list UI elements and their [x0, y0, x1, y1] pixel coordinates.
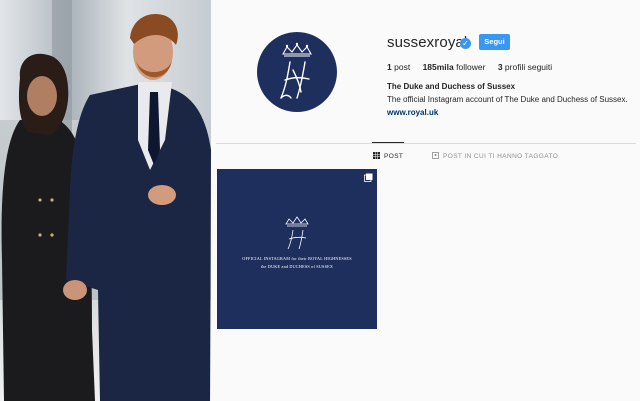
tabs-divider — [216, 143, 636, 144]
posts-count-stat: 1 post — [387, 62, 410, 72]
tag-icon — [432, 152, 439, 159]
followers-label: follower — [456, 62, 486, 72]
follow-button[interactable]: Segui — [479, 34, 510, 50]
tab-posts-label: POST — [384, 153, 404, 160]
post-monogram-image — [285, 216, 309, 250]
tab-tagged-label: POST IN CUI TI HANNO TAGGATO — [443, 153, 559, 160]
profile-stats: 1 post 185mila follower 3 profili seguit… — [387, 62, 562, 72]
active-tab-indicator — [372, 142, 404, 143]
following-count: 3 — [497, 62, 503, 72]
post-caption-line1: OFFICIAL INSTAGRAM for their ROYAL HIGHN… — [242, 256, 352, 261]
post-thumbnail[interactable]: OFFICIAL INSTAGRAM for their ROYAL HIGHN… — [217, 169, 377, 329]
profile-full-name: The Duke and Duchess of Sussex — [387, 82, 516, 91]
tab-posts[interactable]: POST — [373, 152, 403, 160]
followers-count: 185mila — [422, 62, 454, 72]
posts-count: 1 — [387, 62, 392, 72]
instagram-profile-page: sussexroyal ✓ Segui 1 post 185mila follo… — [211, 0, 640, 401]
profile-username: sussexroyal — [387, 34, 468, 51]
profile-bio: The official Instagram account of The Du… — [387, 95, 628, 104]
followers-stat[interactable]: 185mila follower — [423, 62, 486, 72]
posts-label: post — [394, 62, 411, 72]
photo-duke-duchess — [0, 0, 211, 401]
verified-badge-icon: ✓ — [460, 38, 471, 49]
profile-website-link[interactable]: www.royal.uk — [387, 108, 438, 117]
couple-illustration — [1, 14, 211, 401]
grid-icon — [373, 152, 380, 159]
royal-monogram-logo — [280, 42, 312, 99]
multiple-photos-icon — [364, 173, 373, 182]
tab-tagged[interactable]: POST IN CUI TI HANNO TAGGATO — [432, 152, 558, 160]
profile-avatar[interactable] — [257, 32, 337, 112]
following-stat[interactable]: 3 profili seguiti — [498, 62, 552, 72]
following-label: profili seguiti — [504, 62, 553, 72]
post-caption-line2: the DUKE and DUCHESS of SUSSEX — [260, 264, 334, 269]
